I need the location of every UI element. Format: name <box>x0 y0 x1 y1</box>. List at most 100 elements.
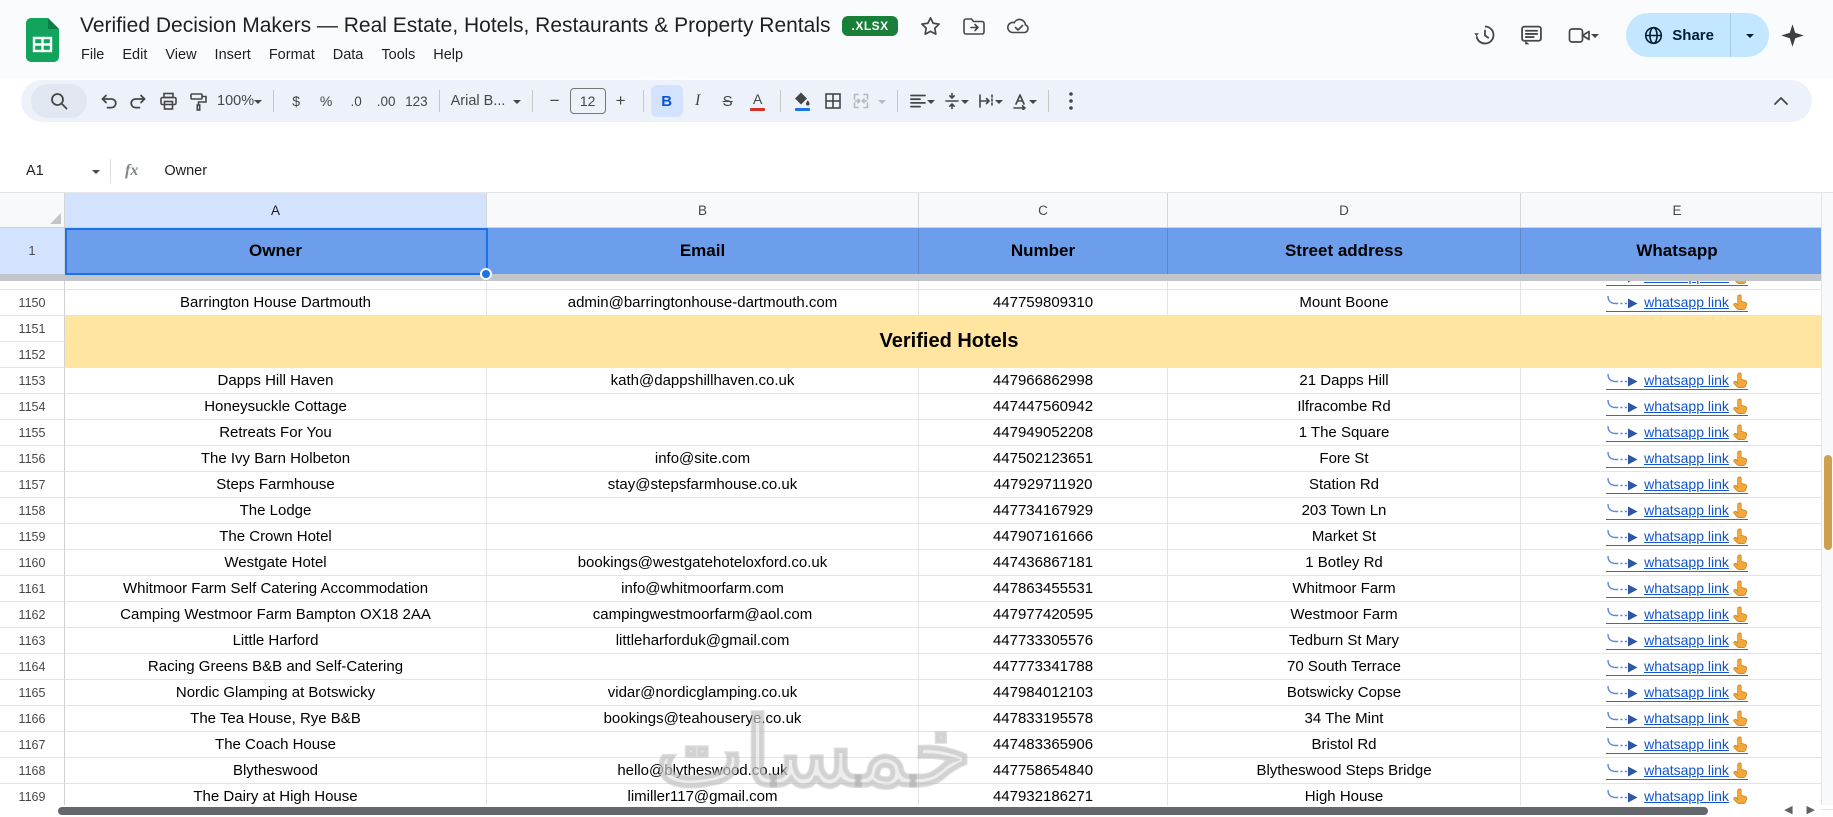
column-header-b[interactable]: B <box>487 193 919 227</box>
row-header[interactable]: 1165 <box>0 680 65 706</box>
increase-font-size-button[interactable]: + <box>606 85 636 117</box>
cell-owner[interactable]: The Tea House, Rye B&B <box>65 706 487 732</box>
vertical-align-button[interactable] <box>939 85 973 117</box>
cell-street[interactable]: Westmoor Farm <box>1168 602 1521 628</box>
cell-number[interactable]: 447966862998 <box>919 368 1168 394</box>
font-select[interactable]: Arial B... <box>447 85 525 117</box>
cell-owner[interactable]: The Lodge <box>65 498 487 524</box>
zoom-select[interactable]: 100% <box>213 85 266 117</box>
cell-whatsapp[interactable]: whatsapp link <box>1521 628 1833 654</box>
cell-email[interactable]: admin@barringtonhouse-dartmouth.com <box>487 290 919 316</box>
comments-button[interactable] <box>1508 12 1554 58</box>
column-header-a[interactable]: A <box>65 193 487 227</box>
borders-button[interactable] <box>818 85 848 117</box>
cell-number[interactable]: 447733305576 <box>919 628 1168 654</box>
cell-whatsapp[interactable]: whatsapp link <box>1521 602 1833 628</box>
cell-email[interactable]: info@site.com <box>487 446 919 472</box>
move-folder-button[interactable] <box>962 17 985 36</box>
merge-cells-button[interactable] <box>848 85 890 117</box>
cell-email[interactable]: kath@dappshillhaven.co.uk <box>487 368 919 394</box>
cell-whatsapp[interactable]: whatsapp link <box>1521 446 1833 472</box>
cell-number[interactable]: 447863455531 <box>919 576 1168 602</box>
cell-owner[interactable]: Dapps Hill Haven <box>65 368 487 394</box>
row-header[interactable]: 1166 <box>0 706 65 732</box>
redo-button[interactable] <box>123 85 153 117</box>
cell-street[interactable]: Botswicky Copse <box>1168 680 1521 706</box>
undo-button[interactable] <box>93 85 123 117</box>
header-cell-owner[interactable]: Owner <box>65 228 487 274</box>
menu-item-insert[interactable]: Insert <box>206 44 260 66</box>
collapse-toolbar-button[interactable] <box>1766 85 1796 117</box>
cell-number[interactable]: 447929711920 <box>919 472 1168 498</box>
formula-input[interactable]: Owner <box>164 163 207 179</box>
cell-owner[interactable]: Racing Greens B&B and Self-Catering <box>65 654 487 680</box>
cell-whatsapp[interactable]: whatsapp link <box>1521 732 1833 758</box>
row-header-1[interactable]: 1 <box>0 228 65 274</box>
cell-whatsapp[interactable]: whatsapp link <box>1521 472 1833 498</box>
cell-owner[interactable]: Steps Farmhouse <box>65 472 487 498</box>
cell-street[interactable]: 1 Botley Rd <box>1168 550 1521 576</box>
print-button[interactable] <box>153 85 183 117</box>
cell-whatsapp[interactable]: whatsapp link <box>1521 498 1833 524</box>
cell-street[interactable]: Fore St <box>1168 446 1521 472</box>
row-header[interactable]: 1154 <box>0 394 65 420</box>
whatsapp-link[interactable]: whatsapp link <box>1606 398 1748 416</box>
whatsapp-link[interactable]: whatsapp link <box>1606 684 1748 702</box>
paint-format-button[interactable] <box>183 85 213 117</box>
scroll-left-button[interactable]: ◀ <box>1784 803 1792 816</box>
whatsapp-link[interactable]: whatsapp link <box>1606 424 1748 442</box>
cell-street[interactable]: 70 South Terrace <box>1168 654 1521 680</box>
row-header[interactable]: 1168 <box>0 758 65 784</box>
cell-owner[interactable]: Blytheswood <box>65 758 487 784</box>
cell-number[interactable]: 447502123651 <box>919 446 1168 472</box>
cell-email[interactable]: stay@stepsfarmhouse.co.uk <box>487 472 919 498</box>
meet-video-button[interactable] <box>1554 12 1612 58</box>
whatsapp-link[interactable]: whatsapp link <box>1606 294 1748 312</box>
fill-handle[interactable] <box>480 268 492 280</box>
cell-number[interactable]: 447977420595 <box>919 602 1168 628</box>
more-formats-button[interactable]: 123 <box>401 85 432 117</box>
cell-email[interactable] <box>487 498 919 524</box>
cell-street[interactable]: 203 Town Ln <box>1168 498 1521 524</box>
cell-email[interactable] <box>487 654 919 680</box>
cell-street[interactable]: Mount Boone <box>1168 290 1521 316</box>
increase-decimal-button[interactable]: .00 <box>371 85 401 117</box>
cell-email[interactable]: campingwestmoorfarm@aol.com <box>487 602 919 628</box>
cell-street[interactable]: Station Rd <box>1168 472 1521 498</box>
cell-whatsapp[interactable]: whatsapp link <box>1521 420 1833 446</box>
bold-button[interactable]: B <box>650 85 683 117</box>
menu-item-file[interactable]: File <box>72 44 113 66</box>
cell-owner[interactable]: Little Harford <box>65 628 487 654</box>
decrease-decimal-button[interactable]: .0 <box>341 85 371 117</box>
document-title[interactable]: Verified Decision Makers — Real Estate, … <box>80 14 830 38</box>
text-wrap-button[interactable] <box>973 85 1007 117</box>
column-header-d[interactable]: D <box>1168 193 1521 227</box>
cell-number[interactable]: 447984012103 <box>919 680 1168 706</box>
cell-street[interactable]: Bristol Rd <box>1168 732 1521 758</box>
decrease-font-size-button[interactable]: − <box>540 85 570 117</box>
whatsapp-link[interactable]: whatsapp link <box>1606 736 1748 754</box>
vertical-scroll-thumb[interactable] <box>1824 455 1832 550</box>
cell-street[interactable]: Market St <box>1168 524 1521 550</box>
name-box[interactable]: A1 <box>0 163 100 179</box>
cell-email[interactable] <box>487 732 919 758</box>
cell-owner[interactable]: Retreats For You <box>65 420 487 446</box>
menu-item-tools[interactable]: Tools <box>372 44 424 66</box>
cell-number[interactable]: 447447560942 <box>919 394 1168 420</box>
row-header[interactable]: 1156 <box>0 446 65 472</box>
text-color-button[interactable]: A <box>743 85 773 117</box>
fill-color-button[interactable] <box>788 85 818 117</box>
cell-number[interactable]: 447436867181 <box>919 550 1168 576</box>
row-header[interactable]: 1160 <box>0 550 65 576</box>
cell-email[interactable] <box>487 281 919 290</box>
freeze-pane-divider[interactable] <box>0 274 1833 281</box>
cell-email[interactable]: littleharforduk@gmail.com <box>487 628 919 654</box>
whatsapp-link[interactable]: whatsapp link <box>1606 476 1748 494</box>
cell-owner[interactable]: The Coach House <box>65 732 487 758</box>
row-header[interactable]: 1164 <box>0 654 65 680</box>
menu-item-data[interactable]: Data <box>324 44 373 66</box>
select-all-corner[interactable] <box>0 193 65 227</box>
menu-item-help[interactable]: Help <box>424 44 472 66</box>
cell-number[interactable]: 447949052208 <box>919 420 1168 446</box>
section-title-cell[interactable]: Verified Hotels <box>65 316 1833 368</box>
